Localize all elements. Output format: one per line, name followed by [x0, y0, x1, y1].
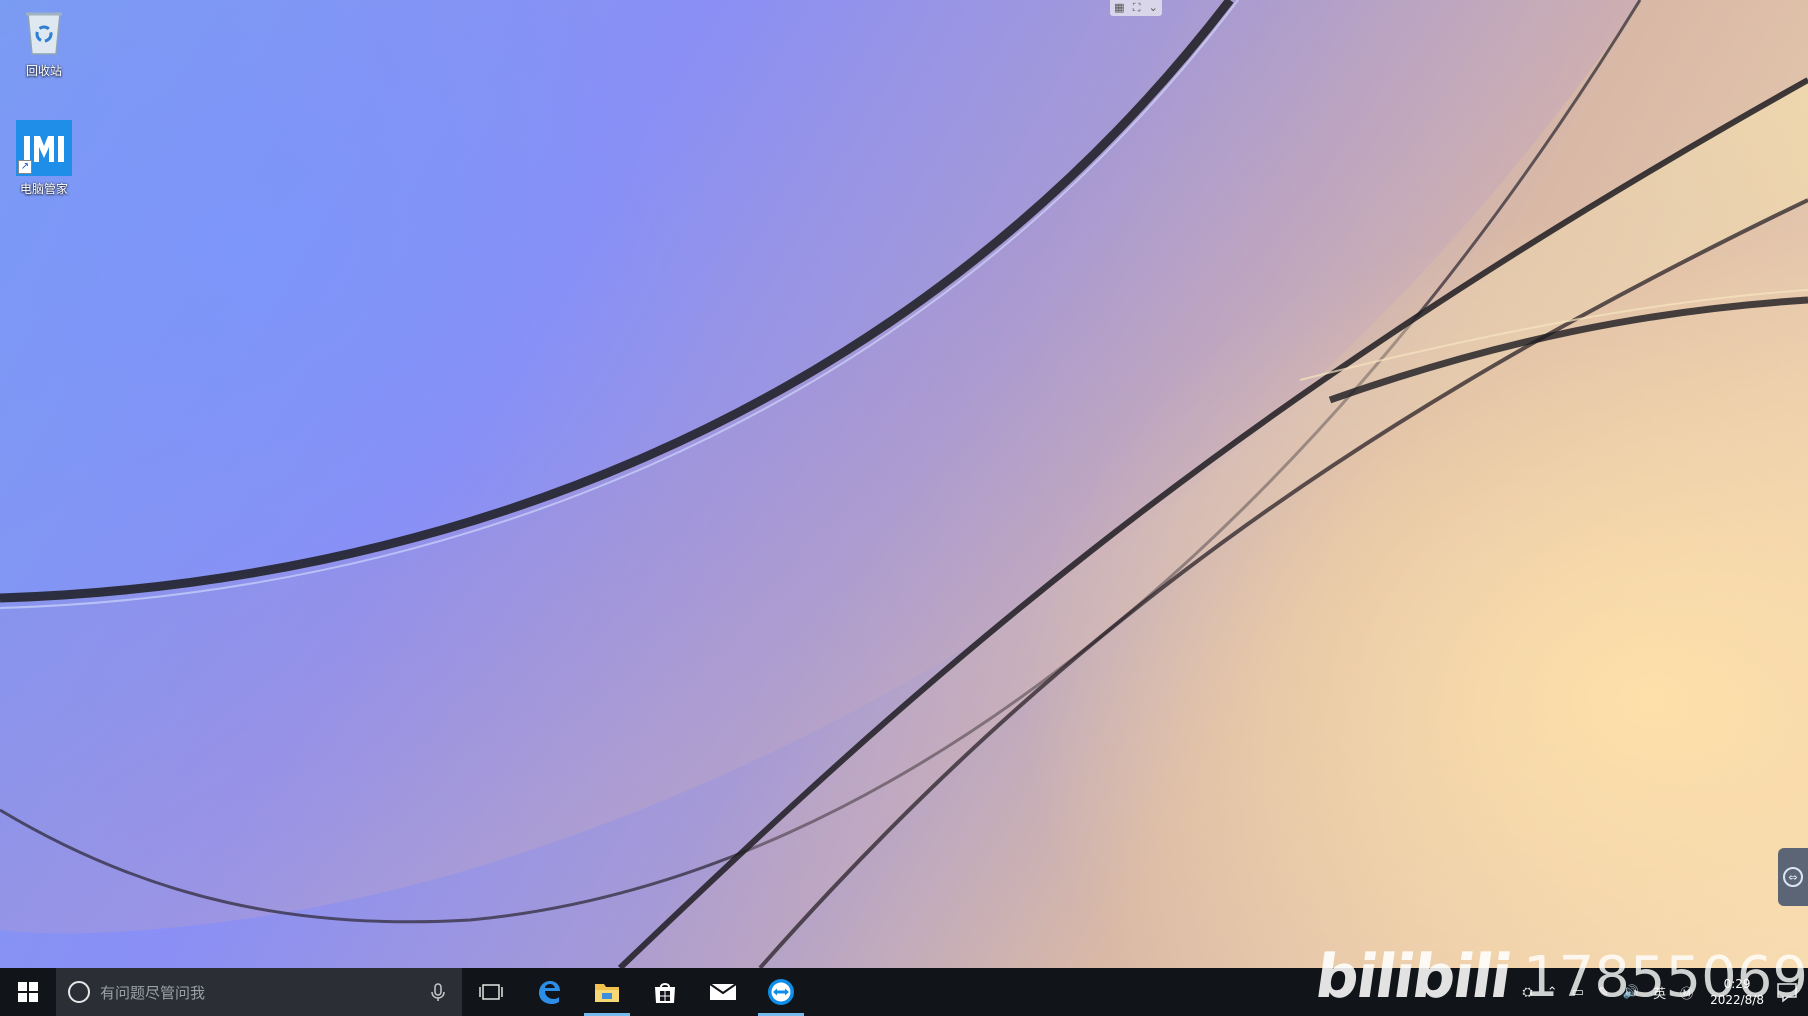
teamviewer-side-panel-tab[interactable]: ⇔: [1778, 848, 1808, 906]
network-icon[interactable]: ▭: [1572, 985, 1584, 1000]
clock[interactable]: 0:29 2022/8/8: [1710, 976, 1764, 1008]
recycle-bin-icon: [26, 12, 62, 55]
mail-icon: [709, 983, 737, 1000]
desktop-icon-label: 电脑管家: [19, 182, 68, 196]
tencent-pc-manager-icon: ↗: [16, 120, 72, 176]
people-icon[interactable]: ⛭: [1522, 985, 1532, 1000]
action-center-icon[interactable]: [1774, 979, 1800, 1005]
system-tray: ⛭ ⌃ ▭ ✎ 🔊 英 Ⓜ 0:29 2022/8/8: [1515, 968, 1808, 1016]
edge-icon: [539, 981, 560, 1004]
task-view-icon: [479, 984, 503, 1000]
clock-date: 2022/8/8: [1710, 993, 1764, 1007]
task-view-button[interactable]: [462, 968, 520, 1016]
clock-time: 0:29: [1723, 977, 1751, 991]
file-explorer-icon: [595, 984, 619, 1002]
input-language-indicator[interactable]: 英: [1653, 983, 1666, 1002]
teamviewer-icon: [768, 979, 794, 1005]
microphone-icon[interactable]: [428, 982, 448, 1002]
desktop[interactable]: ▦ ⛶ ⌄ 回收站 ↗ 电脑管家 ⇔: [0, 0, 1808, 968]
tencent-pc-manager-tray-icon[interactable]: Ⓜ: [1680, 983, 1693, 1002]
microsoft-store-icon: [655, 983, 675, 1003]
taskbar-app-teamviewer[interactable]: [752, 968, 810, 1016]
search-placeholder: 有问题尽管问我: [100, 983, 206, 1002]
taskbar: 有问题尽管问我 ⛭ ⌃ ▭ ✎ 🔊 英 Ⓜ 0:29 2022/8/8: [0, 968, 1808, 1016]
desktop-icon-label: 回收站: [25, 64, 62, 78]
shortcut-arrow-icon: ↗: [18, 160, 32, 174]
chevron-down-icon[interactable]: ⌄: [1149, 0, 1158, 16]
taskbar-app-file-explorer[interactable]: [578, 968, 636, 1016]
teamviewer-icon: ⇔: [1783, 867, 1803, 887]
search-input[interactable]: 有问题尽管问我: [56, 968, 462, 1016]
taskbar-app-store[interactable]: [636, 968, 694, 1016]
start-button[interactable]: [0, 968, 56, 1016]
fullscreen-icon[interactable]: ⛶: [1133, 0, 1141, 16]
windows-logo-icon: [18, 982, 38, 1002]
desktop-icon-pc-manager[interactable]: ↗ 电脑管家: [2, 120, 86, 197]
chevron-up-icon[interactable]: ⌃: [1547, 985, 1558, 1000]
wallpaper: [0, 0, 1808, 968]
taskbar-app-mail[interactable]: [694, 968, 752, 1016]
taskbar-app-edge[interactable]: [520, 968, 578, 1016]
grid-icon[interactable]: ▦: [1114, 0, 1124, 16]
pen-icon[interactable]: ✎: [1598, 985, 1609, 1000]
volume-icon[interactable]: 🔊: [1623, 985, 1639, 1000]
desktop-icon-recycle-bin[interactable]: 回收站: [2, 6, 86, 79]
remote-mini-toolbar[interactable]: ▦ ⛶ ⌄: [1110, 0, 1162, 16]
cortana-icon: [68, 981, 90, 1003]
